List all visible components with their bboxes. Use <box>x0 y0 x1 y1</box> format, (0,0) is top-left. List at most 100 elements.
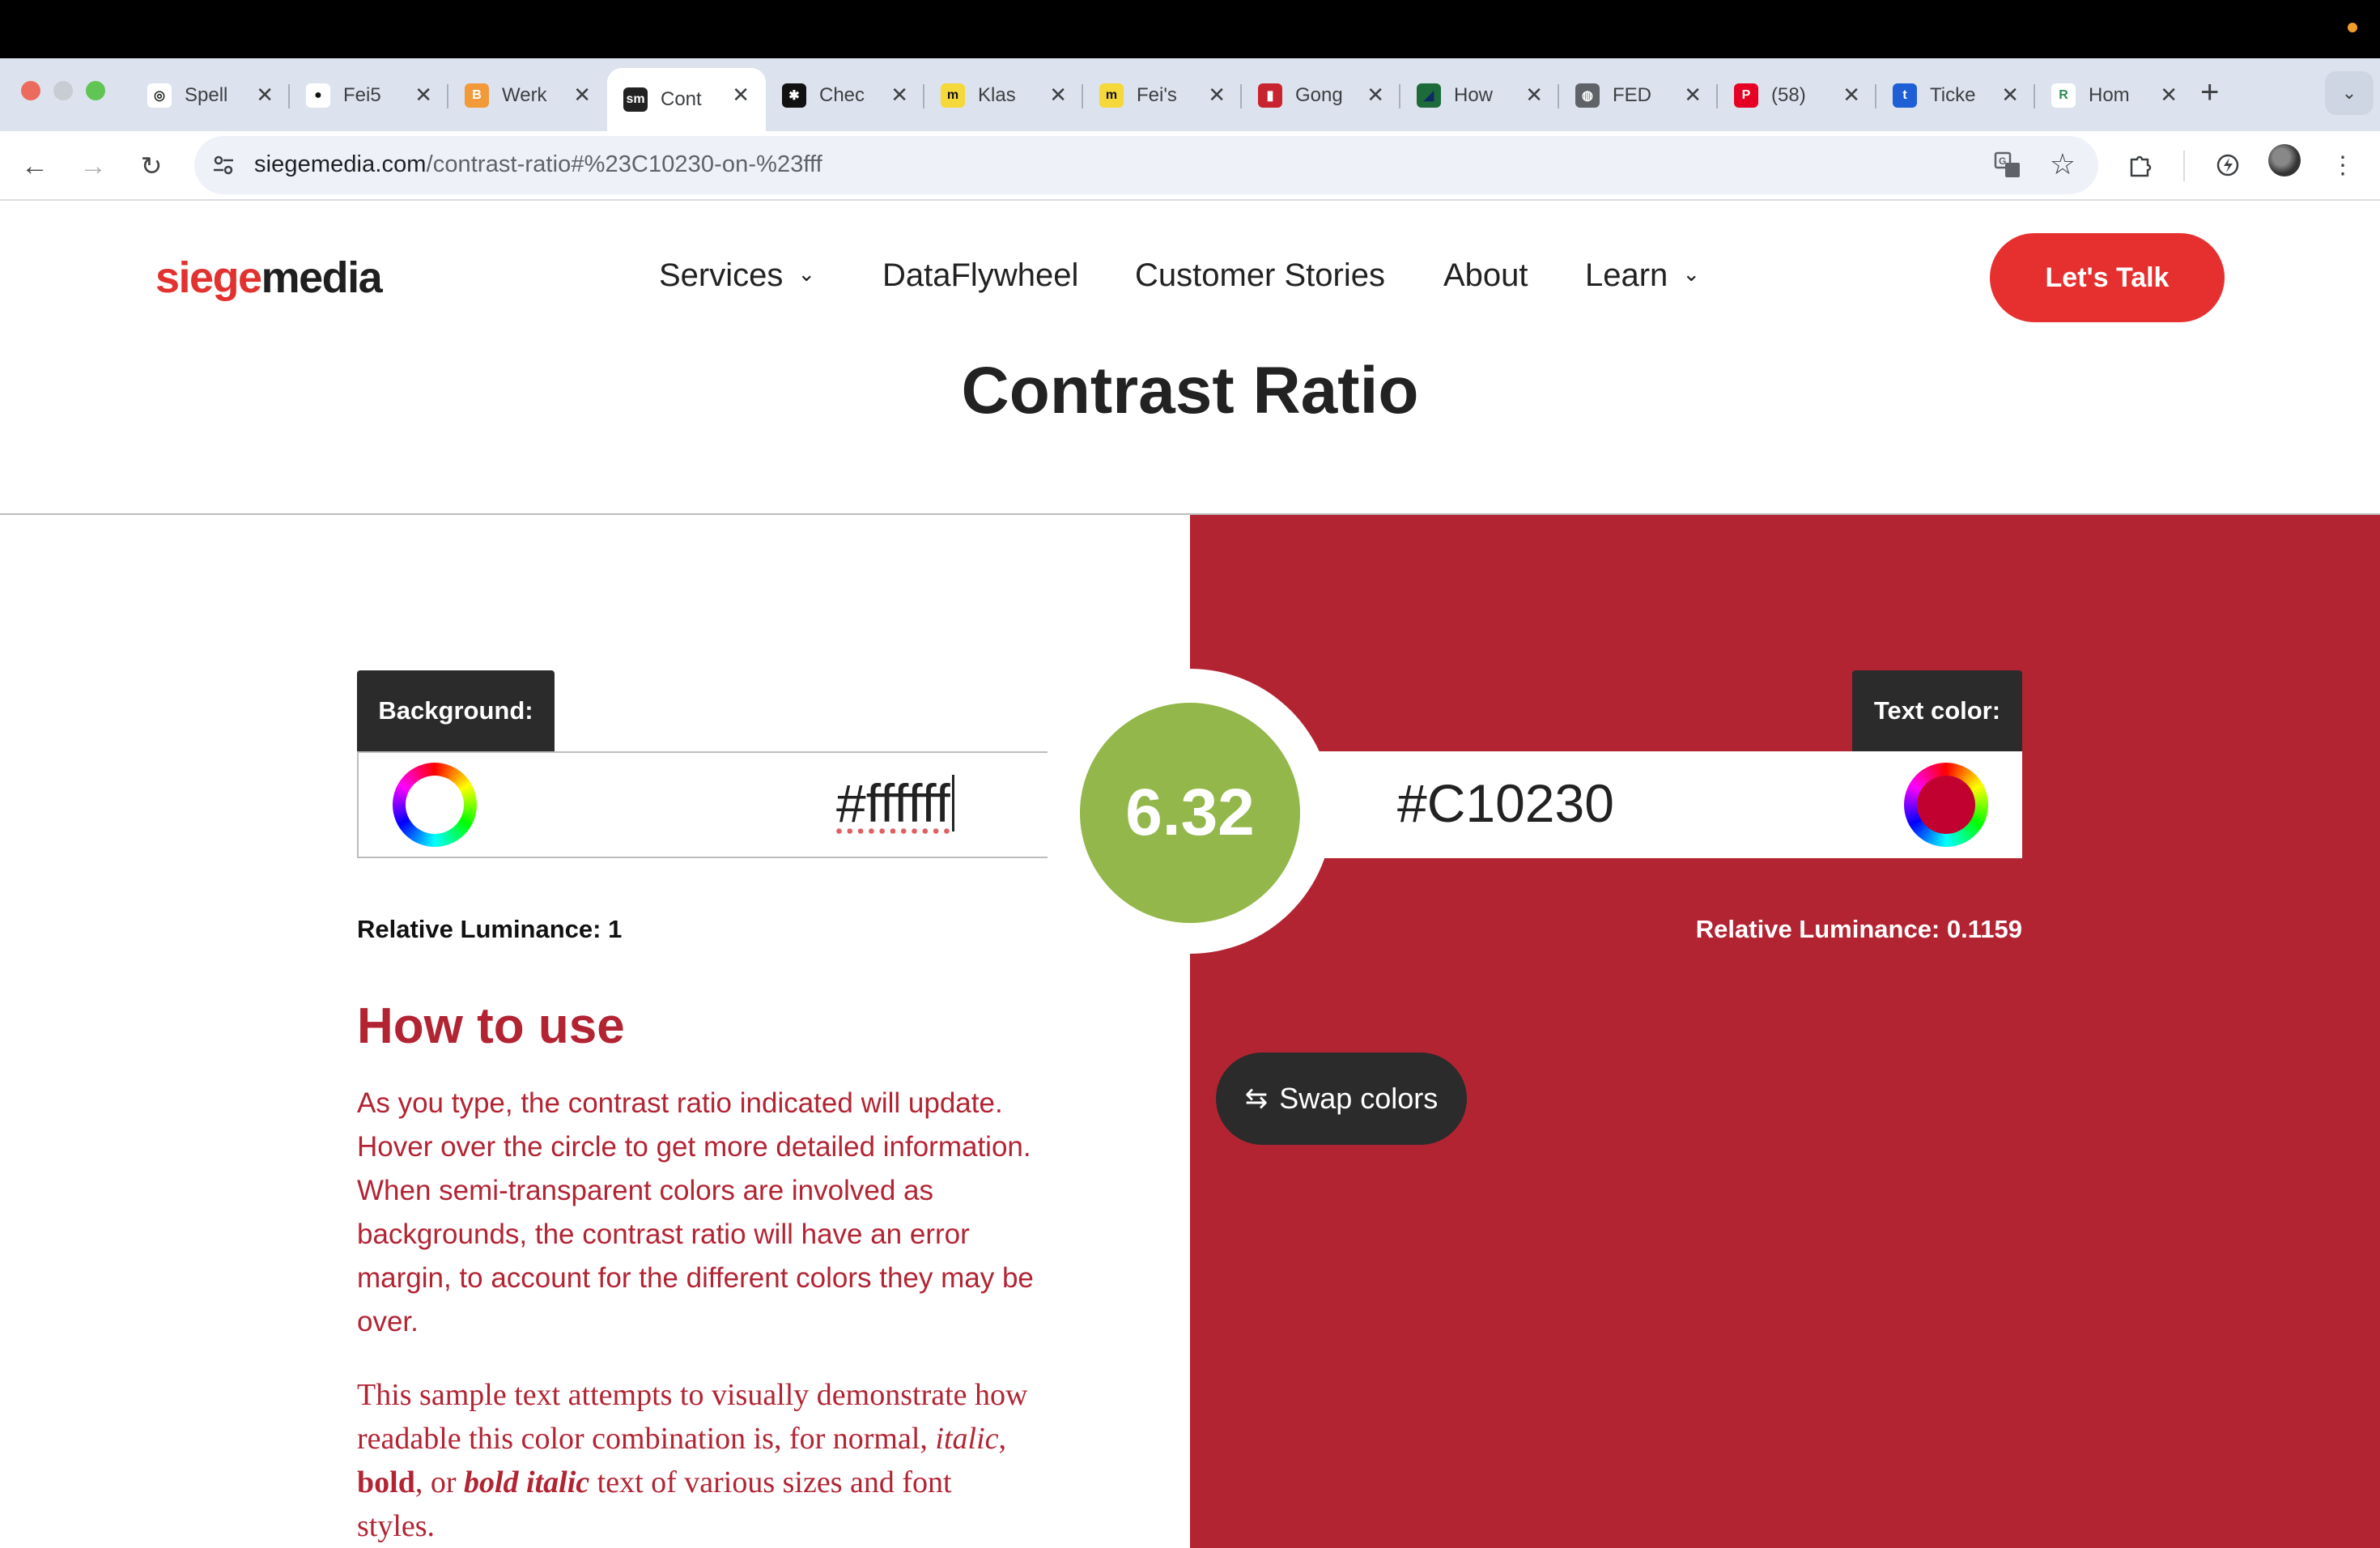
browser-tab[interactable]: sm Cont ✕ <box>607 68 766 131</box>
translate-icon[interactable]: G <box>1991 149 2024 181</box>
browser-tab[interactable]: ◢ How ✕ <box>1400 68 1559 123</box>
tab-close-icon[interactable]: ✕ <box>1208 83 1226 108</box>
siegemedia-logo[interactable]: siegemedia <box>155 253 383 303</box>
window-close-button[interactable] <box>21 81 40 100</box>
url-domain: siegemedia.com <box>254 151 427 177</box>
tab-close-icon[interactable]: ✕ <box>890 83 908 108</box>
bookmark-star-icon[interactable]: ☆ <box>2050 147 2076 181</box>
tab-favicon-icon: m <box>941 83 965 108</box>
nav-learn[interactable]: Learn ⌄ <box>1585 257 1700 294</box>
browser-tab[interactable]: ◎ Spell ✕ <box>131 68 290 123</box>
chevron-down-icon: ⌄ <box>1682 262 1701 286</box>
text-color-field[interactable]: #C10230 <box>1311 751 2022 858</box>
text-color-preview-panel <box>1190 515 2380 1548</box>
background-hex-value: #ffffff <box>836 773 950 833</box>
sample-text: This sample text attempts to visually de… <box>357 1373 1037 1548</box>
address-bar[interactable]: siegemedia.com/contrast-ratio#%23C10230-… <box>194 136 2098 194</box>
nav-about[interactable]: About <box>1443 257 1528 294</box>
swap-colors-label: Swap colors <box>1279 1082 1439 1115</box>
tab-close-icon[interactable]: ✕ <box>1842 83 1860 108</box>
forward-arrow-icon[interactable]: → <box>73 146 113 186</box>
browser-tab-strip: ◎ Spell ✕ ● Fei5 ✕ B Werk ✕ sm Cont ✕ ✱ Chec ✕ m Klas ✕ m F… <box>0 58 2380 131</box>
logo-part-siege: siege <box>155 253 262 302</box>
tab-close-icon[interactable]: ✕ <box>1366 83 1384 108</box>
text-color-picker-icon[interactable] <box>1904 763 1988 847</box>
reload-icon[interactable]: ↻ <box>131 146 172 186</box>
browser-tab[interactable]: B Werk ✕ <box>448 68 607 123</box>
tab-favicon-icon: ● <box>306 83 330 108</box>
tab-title: (58) <box>1771 84 1806 106</box>
browser-tab[interactable]: ▮ Gong ✕ <box>1242 68 1400 123</box>
system-top-bar <box>0 0 2380 58</box>
text-luminance-label: Relative Luminance: <box>1695 915 1940 943</box>
tab-favicon-icon: ◎ <box>147 83 172 108</box>
tab-favicon-icon: ◍ <box>1575 83 1600 108</box>
browser-tab[interactable]: ◍ FED ✕ <box>1559 68 1718 123</box>
url-path: /contrast-ratio#%23C10230-on-%23fff <box>426 151 822 177</box>
browser-tab[interactable]: m Fei's ✕ <box>1083 68 1242 123</box>
logo-part-media: media <box>261 253 383 302</box>
nav-customer-stories[interactable]: Customer Stories <box>1135 257 1385 294</box>
tab-title: Fei5 <box>343 84 381 106</box>
tab-favicon-icon: B <box>465 83 489 108</box>
nav-services[interactable]: Services ⌄ <box>659 257 815 294</box>
tab-title: Fei's <box>1137 84 1177 106</box>
tab-close-icon[interactable]: ✕ <box>732 83 750 108</box>
contrast-ratio-circle[interactable]: 6.32 <box>1080 703 1300 923</box>
lets-talk-button[interactable]: Let's Talk <box>1990 233 2225 322</box>
back-arrow-icon[interactable]: ← <box>15 146 55 186</box>
background-color-field[interactable]: #ffffff <box>357 751 1056 858</box>
nav-services-label: Services <box>659 257 784 293</box>
background-luminance-label: Relative Luminance: <box>357 915 601 943</box>
browser-tab[interactable]: ✱ Chec ✕ <box>766 68 924 123</box>
window-zoom-button[interactable] <box>86 81 105 100</box>
swap-arrows-icon: ⇆ <box>1244 1083 1269 1114</box>
how-to-use-heading: How to use <box>357 998 625 1054</box>
nav-dataflywheel[interactable]: DataFlywheel <box>882 257 1078 294</box>
tab-favicon-icon: ✱ <box>782 83 806 108</box>
site-settings-icon[interactable] <box>209 151 238 180</box>
page-title: Contrast Ratio <box>961 354 1419 427</box>
extensions-puzzle-icon[interactable] <box>2123 147 2158 183</box>
background-hex-input[interactable]: #ffffff <box>836 772 954 834</box>
window-minimize-button[interactable] <box>53 81 73 100</box>
tab-close-icon[interactable]: ✕ <box>2160 83 2178 108</box>
browser-toolbar: ← → ↻ siegemedia.com/contrast-ratio#%23C… <box>0 131 2380 201</box>
browser-tab[interactable]: t Ticke ✕ <box>1876 68 2035 123</box>
tab-title: Hom <box>2089 84 2130 106</box>
swap-colors-button[interactable]: ⇆ Swap colors <box>1216 1053 1467 1145</box>
tab-close-icon[interactable]: ✕ <box>573 83 591 108</box>
performance-icon[interactable] <box>2210 147 2246 183</box>
tab-title: Spell <box>185 84 228 106</box>
tab-title: Gong <box>1295 84 1343 106</box>
tab-title: Chec <box>819 84 865 106</box>
tab-favicon-icon: ◢ <box>1417 83 1441 108</box>
browser-tab[interactable]: m Klas ✕ <box>924 68 1083 123</box>
browser-tab[interactable]: ● Fei5 ✕ <box>290 68 448 123</box>
svg-text:G: G <box>1999 155 2006 167</box>
tab-close-icon[interactable]: ✕ <box>1684 83 1702 108</box>
tab-favicon-icon: P <box>1734 83 1758 108</box>
tab-favicon-icon: ▮ <box>1258 83 1282 108</box>
nav-learn-label: Learn <box>1585 257 1668 293</box>
tab-search-chevron-icon[interactable]: ⌄ <box>2325 71 2374 115</box>
browser-menu-kebab-icon[interactable]: ⋮ <box>2325 147 2361 183</box>
new-tab-button[interactable]: + <box>2200 74 2219 111</box>
sample-bold-italic: bold italic <box>463 1465 590 1499</box>
browser-tab[interactable]: P (58) ✕ <box>1718 68 1876 123</box>
tab-close-icon[interactable]: ✕ <box>256 83 274 108</box>
text-color-hex-input[interactable]: #C10230 <box>1397 772 1614 834</box>
url-text[interactable]: siegemedia.com/contrast-ratio#%23C10230-… <box>254 151 822 178</box>
tab-close-icon[interactable]: ✕ <box>1049 83 1067 108</box>
text-color-label: Text color: <box>1852 670 2022 751</box>
tab-close-icon[interactable]: ✕ <box>2001 83 2019 108</box>
toolbar-separator <box>2183 151 2185 181</box>
tab-close-icon[interactable]: ✕ <box>1525 83 1543 108</box>
tab-title: Ticke <box>1930 84 1976 106</box>
tab-favicon-icon: t <box>1893 83 1917 108</box>
tab-close-icon[interactable]: ✕ <box>414 83 432 108</box>
sample-or: , or <box>414 1465 457 1499</box>
background-color-picker-icon[interactable] <box>393 763 477 847</box>
browser-tab[interactable]: R Hom ✕ <box>2035 68 2194 123</box>
profile-avatar[interactable] <box>2268 144 2301 176</box>
